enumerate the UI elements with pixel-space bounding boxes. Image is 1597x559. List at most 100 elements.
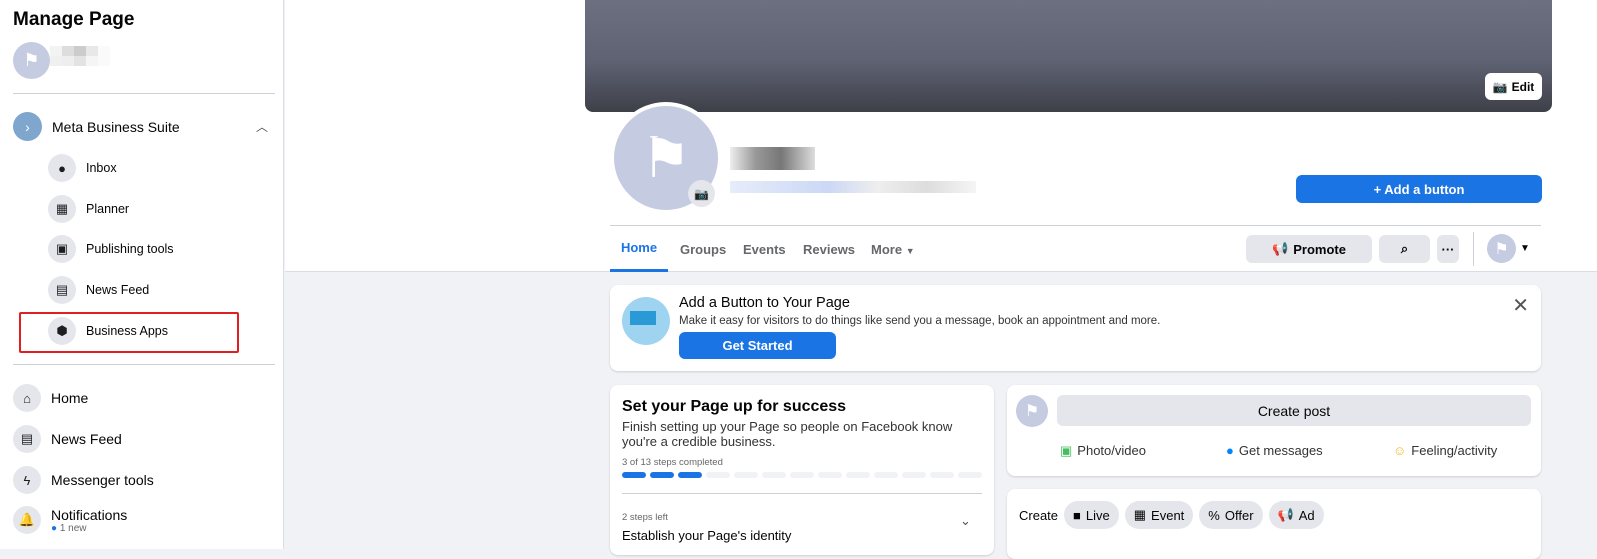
cover-photo [585, 0, 1552, 112]
avatar: ⚑ [1487, 234, 1516, 263]
news-feed-icon: ▤ [13, 425, 41, 453]
label: Home [51, 390, 89, 406]
avatar: ⚑ [1016, 395, 1048, 427]
sidebar-item-home[interactable]: ⌂ Home [13, 384, 88, 412]
tab-home[interactable]: Home [610, 226, 668, 272]
photo-video-button[interactable]: ▣ Photo/video [1060, 443, 1146, 459]
account-switcher[interactable]: ⚑ ▼ [1487, 234, 1530, 263]
label: News Feed [86, 283, 150, 297]
divider [610, 225, 1541, 226]
sidebar-item-news-feed-main[interactable]: ▤ News Feed [13, 425, 122, 453]
search-icon: ⌕ [1400, 241, 1409, 256]
meta-business-suite-label: Meta Business Suite [52, 118, 180, 135]
label: Planner [86, 202, 130, 216]
chevron-up-icon[interactable]: ︿ [256, 118, 268, 135]
progress-step [902, 472, 926, 478]
progress-step [678, 472, 702, 478]
page-title: Manage Page [13, 9, 135, 30]
caret-down-icon: ▼ [1520, 243, 1530, 254]
illustration-icon [622, 297, 670, 345]
progress-step [818, 472, 842, 478]
progress-step [790, 472, 814, 478]
bell-icon: 🔔 [13, 506, 41, 534]
sidebar-item-messenger-tools[interactable]: ϟ Messenger tools [13, 466, 154, 494]
progress-step [762, 472, 786, 478]
meta-business-suite-icon: › [13, 112, 42, 141]
progress-step [874, 472, 898, 478]
create-label: Create [1019, 508, 1059, 523]
promote-button[interactable]: 📢 Promote [1246, 235, 1372, 263]
more-options-button[interactable]: ··· [1437, 235, 1459, 263]
section-title[interactable]: Establish your Page's identity [622, 528, 791, 543]
event-chip[interactable]: ▦ Event [1124, 501, 1194, 529]
add-button-card: Add a Button to Your Page Make it easy f… [610, 285, 1541, 371]
progress-step [958, 472, 982, 478]
add-a-button[interactable]: + Add a button [1296, 175, 1542, 203]
progress-step [622, 472, 646, 478]
card-title: Set your Page up for success [622, 398, 847, 415]
calendar-icon: ▦ [48, 195, 76, 223]
label: Feeling/activity [1411, 443, 1498, 458]
cube-icon: ⬢ [48, 317, 76, 345]
progress-step [650, 472, 674, 478]
sidebar-item-inbox[interactable]: ● Inbox [48, 154, 117, 182]
divider [622, 493, 982, 494]
label: Photo/video [1077, 443, 1146, 458]
dot-icon: ● [51, 522, 58, 534]
get-started-button[interactable]: Get Started [679, 332, 836, 359]
page-name-blurred [730, 147, 815, 170]
camera-icon[interactable]: 📷 [688, 180, 715, 207]
page-avatar[interactable]: ⚑ [13, 42, 50, 79]
get-messages-button[interactable]: ● Get messages [1226, 443, 1323, 458]
edit-cover-button[interactable]: 📷 Edit [1485, 73, 1542, 100]
sidebar-item-business-apps[interactable]: ⬢ Business Apps [48, 317, 168, 345]
label: Promote [1293, 241, 1346, 257]
tab-events[interactable]: Events [743, 242, 786, 257]
label: Get messages [1238, 443, 1323, 458]
progress-step [734, 472, 758, 478]
label: Ad [1298, 507, 1315, 523]
label: Inbox [86, 161, 117, 175]
live-chip[interactable]: ■ Live [1064, 501, 1119, 529]
label: Offer [1224, 507, 1254, 523]
close-icon[interactable]: ✕ [1512, 293, 1529, 318]
ad-chip[interactable]: 📢 Ad [1268, 501, 1324, 529]
photo-icon: ▣ [1060, 443, 1073, 458]
calendar-icon: ▦ [1133, 507, 1147, 522]
search-button[interactable]: ⌕ [1379, 235, 1430, 263]
label: Messenger tools [51, 472, 154, 488]
ellipsis-icon: ··· [1441, 241, 1455, 257]
label: Business Apps [86, 324, 168, 338]
camera-icon: 📷 [1492, 79, 1508, 94]
megaphone-icon: 📢 [1277, 507, 1294, 522]
feeling-activity-button[interactable]: ☺ Feeling/activity [1393, 443, 1497, 458]
sidebar-item-planner[interactable]: ▦ Planner [48, 195, 129, 223]
divider [1473, 232, 1474, 266]
meta-business-suite[interactable]: › Meta Business Suite ︿ [13, 112, 268, 141]
steps-left: 2 steps left [622, 512, 668, 523]
tab-more[interactable]: More ▼ [871, 242, 915, 257]
progress-step [930, 472, 954, 478]
label: News Feed [51, 431, 122, 447]
notification-badge: 1 new [59, 522, 87, 534]
sidebar-item-notifications[interactable]: 🔔 Notifications ● 1 new [13, 506, 127, 534]
home-icon: ⌂ [13, 384, 41, 412]
create-post-button[interactable]: Create post [1057, 395, 1531, 426]
offer-icon: % [1208, 507, 1220, 523]
card-text: Make it easy for visitors to do things l… [679, 315, 1161, 327]
card-text: Finish setting up your Page so people on… [622, 419, 953, 449]
tab-reviews[interactable]: Reviews [803, 242, 855, 257]
messenger-icon: ϟ [13, 466, 41, 494]
label: More [871, 242, 903, 257]
progress-label: 3 of 13 steps completed [622, 457, 723, 468]
sidebar-item-publishing-tools[interactable]: ▣ Publishing tools [48, 235, 174, 263]
page-category-blurred [730, 181, 976, 193]
offer-chip[interactable]: % Offer [1199, 501, 1263, 529]
tab-groups[interactable]: Groups [680, 242, 726, 257]
progress-step [706, 472, 730, 478]
smiley-icon: ☺ [1393, 443, 1407, 458]
chevron-down-icon[interactable]: ⌄ [960, 513, 971, 529]
sidebar-item-news-feed[interactable]: ▤ News Feed [48, 276, 149, 304]
label: Edit [1511, 79, 1535, 94]
publishing-icon: ▣ [48, 235, 76, 263]
